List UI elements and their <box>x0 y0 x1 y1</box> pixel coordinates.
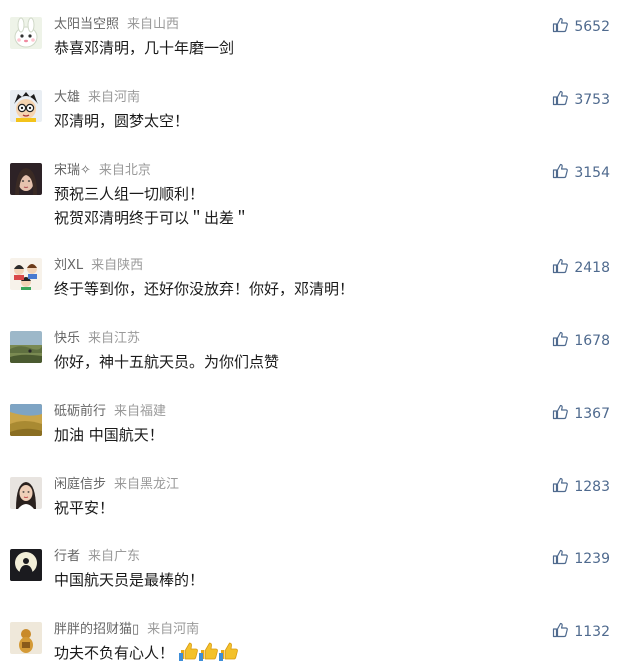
like-button[interactable]: 1678 <box>552 331 610 349</box>
user-location: 来自北京 <box>98 163 151 178</box>
user-name[interactable]: 砥砺前行 <box>54 404 106 419</box>
like-count: 2418 <box>574 260 610 276</box>
user-name[interactable]: 闲庭信步 <box>54 477 106 492</box>
user-location: 来自山西 <box>127 17 180 32</box>
user-name[interactable]: 宋瑞✧ <box>54 163 91 178</box>
comment-meta: 闲庭信步 来自黑龙江 <box>54 477 179 493</box>
comment-meta: 宋瑞✧ 来自北京 <box>54 163 151 179</box>
user-location: 来自河南 <box>147 622 200 637</box>
like-count: 3753 <box>574 92 610 108</box>
user-name[interactable]: 快乐 <box>54 331 80 346</box>
user-location: 来自广东 <box>88 549 141 564</box>
thumbs-up-icon <box>553 331 569 347</box>
user-avatar[interactable] <box>10 163 42 195</box>
user-name[interactable]: 胖胖的招财猫▯ <box>54 622 139 637</box>
emoji-group <box>174 642 239 662</box>
like-count: 3154 <box>574 165 610 181</box>
comment-text: 你好，神十五航天员。为你们点赞 <box>54 353 280 371</box>
thumbs-up-icon <box>553 404 569 420</box>
like-count: 1678 <box>574 333 610 349</box>
comment-meta: 行者 来自广东 <box>54 549 140 565</box>
comment-meta: 砥砺前行 来自福建 <box>54 404 166 420</box>
like-count: 1239 <box>574 551 610 567</box>
thumbs-up-icon <box>553 258 569 274</box>
thumbs-up-icon <box>198 642 218 661</box>
user-location: 来自黑龙江 <box>114 477 180 492</box>
user-avatar[interactable] <box>10 258 42 290</box>
comment-meta: 快乐 来自江苏 <box>54 331 140 347</box>
comment-text: 终于等到你，还好你没放弃！你好，邓清明！ <box>54 280 355 298</box>
like-count: 5652 <box>574 19 610 35</box>
like-button[interactable]: 2418 <box>552 258 610 276</box>
like-button[interactable]: 5652 <box>552 17 610 35</box>
comment-text: 功夫不负有心人！ <box>54 641 239 665</box>
like-count: 1283 <box>574 479 610 495</box>
like-count: 1367 <box>574 406 610 422</box>
user-avatar[interactable] <box>10 331 42 363</box>
comment-meta: 刘XL 来自陕西 <box>54 258 143 274</box>
comment-text-line2: 祝贺邓清明终于可以＂出差＂ <box>54 209 250 227</box>
thumbs-up-icon <box>553 477 569 493</box>
thumbs-up-icon <box>178 642 198 661</box>
user-avatar[interactable] <box>10 477 42 509</box>
user-avatar[interactable] <box>10 549 42 581</box>
like-count: 1132 <box>574 624 610 640</box>
user-avatar[interactable] <box>10 404 42 436</box>
comment-text: 祝平安！ <box>54 499 115 517</box>
comment-text: 恭喜邓清明，几十年磨一剑 <box>54 39 235 57</box>
comment-text: 加油 中国航天！ <box>54 426 164 444</box>
user-name[interactable]: 大雄 <box>54 90 80 105</box>
thumbs-up-icon <box>553 90 569 106</box>
comment-text: 邓清明，圆梦太空！ <box>54 112 190 130</box>
thumbs-up-icon <box>218 642 238 661</box>
user-name[interactable]: 太阳当空照 <box>54 17 119 32</box>
like-button[interactable]: 1283 <box>552 477 610 495</box>
user-avatar[interactable] <box>10 17 42 49</box>
user-avatar[interactable] <box>10 90 42 122</box>
like-button[interactable]: 1239 <box>552 549 610 567</box>
comment-text-body: 功夫不负有心人！ <box>54 644 175 662</box>
comment-text: 中国航天员是最棒的！ <box>54 571 205 589</box>
like-button[interactable]: 3154 <box>552 163 610 181</box>
like-button[interactable]: 1367 <box>552 404 610 422</box>
user-avatar[interactable] <box>10 622 42 654</box>
thumbs-up-icon <box>553 17 569 33</box>
comment-text: 预祝三人组一切顺利！ <box>54 185 205 203</box>
user-location: 来自福建 <box>114 404 167 419</box>
thumbs-up-icon <box>553 549 569 565</box>
comment-meta: 太阳当空照 来自山西 <box>54 17 179 33</box>
like-button[interactable]: 3753 <box>552 90 610 108</box>
comment-meta: 大雄 来自河南 <box>54 90 140 106</box>
comment-meta: 胖胖的招财猫▯ 来自河南 <box>54 622 199 638</box>
user-location: 来自陕西 <box>91 258 144 273</box>
thumbs-up-icon <box>553 622 569 638</box>
like-button[interactable]: 1132 <box>552 622 610 640</box>
user-name[interactable]: 刘XL <box>54 258 83 273</box>
thumbs-up-icon <box>553 163 569 179</box>
user-location: 来自江苏 <box>88 331 141 346</box>
user-name[interactable]: 行者 <box>54 549 80 564</box>
user-location: 来自河南 <box>88 90 141 105</box>
